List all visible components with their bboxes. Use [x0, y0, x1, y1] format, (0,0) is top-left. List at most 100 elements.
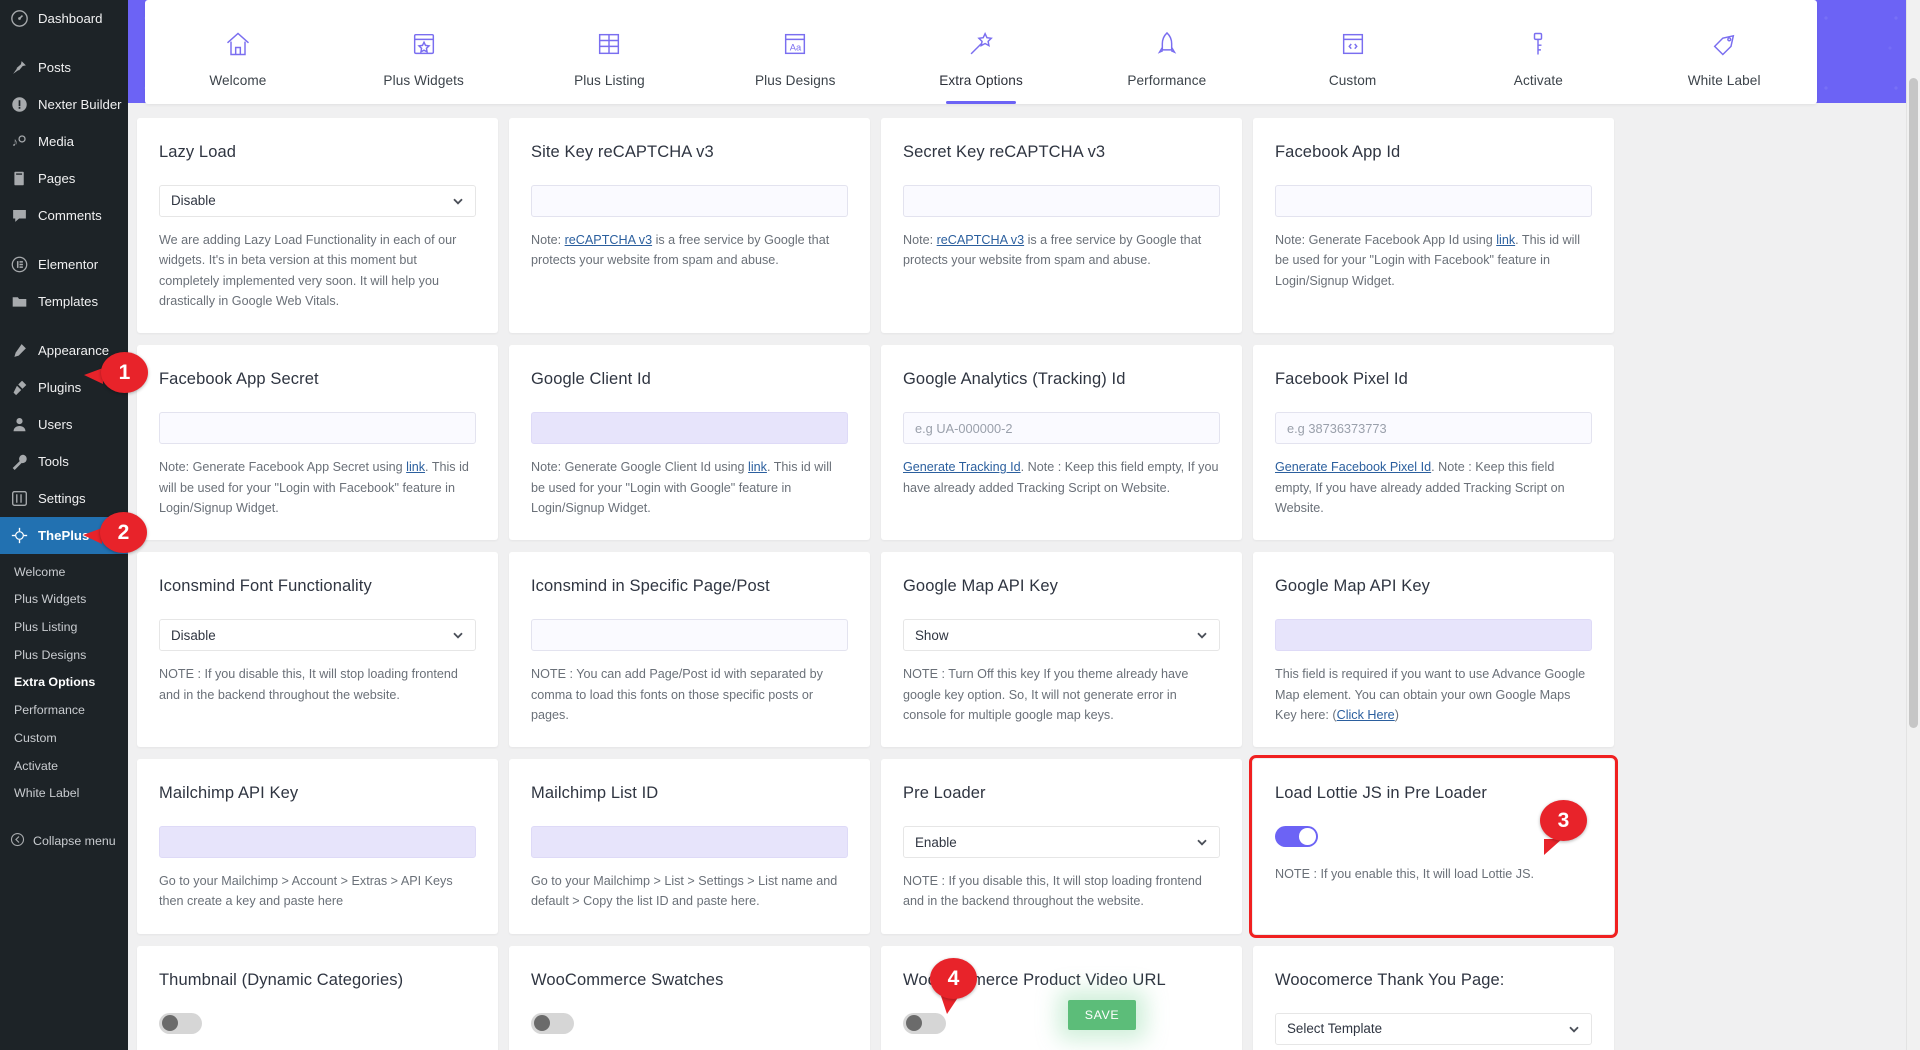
iconsmind-font-select[interactable]: Disable: [159, 619, 476, 652]
sidebar-item-nexter-builder[interactable]: Nexter Builder: [0, 86, 128, 123]
woocommerce-product-video-toggle[interactable]: [903, 1012, 946, 1034]
magic-wand-icon: [967, 30, 995, 63]
templates-icon: [9, 292, 29, 312]
click-here-link[interactable]: Click Here: [1337, 708, 1395, 722]
card-google-analytics-id: Google Analytics (Tracking) Id e.g UA-00…: [881, 345, 1242, 541]
submenu-item-plus-designs[interactable]: Plus Designs: [0, 641, 128, 669]
select-value: Select Template: [1287, 1021, 1383, 1037]
woocommerce-swatches-toggle[interactable]: [531, 1012, 574, 1034]
sidebar-item-users[interactable]: Users: [0, 406, 128, 443]
facebook-pixel-id-input[interactable]: e.g 38736373773: [1275, 412, 1592, 445]
submenu-item-activate[interactable]: Activate: [0, 752, 128, 780]
submenu-item-performance[interactable]: Performance: [0, 697, 128, 725]
options-row-4: Mailchimp API Key Go to your Mailchimp >…: [128, 755, 1902, 938]
tab-white-label[interactable]: White Label: [1631, 0, 1817, 104]
recaptcha-link[interactable]: reCAPTCHA v3: [565, 233, 652, 247]
callout-2: 2: [83, 512, 147, 553]
sidebar-item-label: Comments: [38, 207, 102, 223]
sidebar-item-label: Nexter Builder: [38, 96, 122, 112]
options-row-3: Iconsmind Font Functionality Disable NOT…: [128, 552, 1902, 748]
tab-extra-options[interactable]: Extra Options: [888, 0, 1074, 104]
sidebar-item-comments[interactable]: Comments: [0, 197, 128, 234]
options-grid: Lazy Load Disable We are adding Lazy Loa…: [128, 118, 1920, 1050]
submenu-item-extra-options[interactable]: Extra Options: [0, 669, 128, 697]
tab-performance[interactable]: Performance: [1074, 0, 1260, 104]
thumbnail-dynamic-toggle[interactable]: [159, 1012, 202, 1034]
theplus-icon: [9, 526, 29, 546]
load-lottie-toggle[interactable]: [1275, 826, 1318, 848]
tab-welcome[interactable]: Welcome: [145, 0, 331, 104]
page-scrollbar[interactable]: [1906, 0, 1920, 1050]
tab-plus-widgets[interactable]: Plus Widgets: [331, 0, 517, 104]
submenu-item-white-label[interactable]: White Label: [0, 780, 128, 808]
callout-number: 2: [100, 512, 147, 553]
svg-text:♪: ♪: [11, 135, 17, 149]
google-analytics-id-input[interactable]: e.g UA-000000-2: [903, 412, 1220, 445]
mailchimp-api-key-input[interactable]: [159, 826, 476, 859]
card-mailchimp-list-id: Mailchimp List ID Go to your Mailchimp >…: [509, 759, 870, 934]
card-secret-key-recaptcha: Secret Key reCAPTCHA v3 Note: reCAPTCHA …: [881, 118, 1242, 334]
collapse-menu-button[interactable]: Collapse menu: [0, 822, 128, 860]
sidebar-item-templates[interactable]: Templates: [0, 283, 128, 320]
secret-key-recaptcha-input[interactable]: [903, 184, 1220, 217]
google-map-api-key-select[interactable]: Show: [903, 619, 1220, 652]
note-prefix: This field is required if you want to us…: [1275, 667, 1586, 722]
card-note: Note: Generate Facebook App Id using lin…: [1275, 230, 1592, 291]
tab-plus-designs[interactable]: Aa Plus Designs: [702, 0, 888, 104]
chevron-down-icon: [452, 195, 464, 207]
sidebar-item-dashboard[interactable]: Dashboard: [0, 0, 128, 37]
sidebar-item-label: Elementor: [38, 256, 99, 272]
widget-star-icon: [410, 30, 438, 63]
google-client-link[interactable]: link: [748, 460, 767, 474]
card-title: Pre Loader: [903, 784, 986, 803]
sidebar-item-label: Settings: [38, 490, 86, 506]
save-button[interactable]: SAVE: [1068, 1000, 1136, 1030]
scrollbar-thumb[interactable]: [1909, 78, 1918, 728]
iconsmind-specific-input[interactable]: [531, 619, 848, 652]
mailchimp-list-id-input[interactable]: [531, 826, 848, 859]
chevron-down-icon: [1196, 629, 1208, 641]
generate-facebook-pixel-link[interactable]: Generate Facebook Pixel Id: [1275, 460, 1431, 474]
generate-tracking-id-link[interactable]: Generate Tracking Id: [903, 460, 1021, 474]
pre-loader-select[interactable]: Enable: [903, 826, 1220, 859]
site-key-recaptcha-input[interactable]: [531, 184, 848, 217]
submenu-item-welcome[interactable]: Welcome: [0, 558, 128, 586]
pages-icon: [9, 169, 29, 189]
submenu-item-plus-listing[interactable]: Plus Listing: [0, 613, 128, 641]
sidebar-item-pages[interactable]: Pages: [0, 160, 128, 197]
select-value: Enable: [915, 834, 957, 850]
tab-custom[interactable]: Custom: [1260, 0, 1446, 104]
collapse-arrow-icon: [10, 832, 25, 850]
dashboard-icon: [9, 9, 29, 29]
facebook-app-secret-input[interactable]: [159, 412, 476, 445]
toggle-knob: [533, 1014, 550, 1032]
facebook-app-link[interactable]: link: [1496, 233, 1515, 247]
card-title: Secret Key reCAPTCHA v3: [903, 143, 1106, 161]
tab-activate[interactable]: Activate: [1445, 0, 1631, 104]
callout-number: 3: [1540, 800, 1587, 841]
tab-plus-listing[interactable]: Plus Listing: [517, 0, 703, 104]
svg-text:Aa: Aa: [790, 42, 802, 52]
user-icon: [9, 415, 29, 435]
elementor-icon: [9, 255, 29, 275]
brush-icon: [9, 341, 29, 361]
google-map-api-key-input[interactable]: [1275, 619, 1592, 652]
submenu-item-plus-widgets[interactable]: Plus Widgets: [0, 586, 128, 614]
sidebar-item-elementor[interactable]: Elementor: [0, 246, 128, 283]
facebook-app-id-input[interactable]: [1275, 184, 1592, 217]
submenu-item-custom[interactable]: Custom: [0, 724, 128, 752]
facebook-secret-link[interactable]: link: [406, 460, 425, 474]
recaptcha-link[interactable]: reCAPTCHA v3: [937, 233, 1024, 247]
sidebar-item-label: Pages: [38, 170, 76, 186]
sidebar-item-tools[interactable]: Tools: [0, 443, 128, 480]
card-google-map-api-key-toggle: Google Map API Key Show NOTE : Turn Off …: [881, 552, 1242, 748]
tab-label: Welcome: [209, 73, 267, 88]
card-woocommerce-thank-you-page: Woocomerce Thank You Page: Select Templa…: [1253, 945, 1614, 1050]
select-value: Disable: [171, 627, 216, 643]
options-row-5: Thumbnail (Dynamic Categories) WooCommer…: [128, 945, 1902, 1050]
google-client-id-input[interactable]: [531, 412, 848, 445]
sidebar-item-posts[interactable]: Posts: [0, 49, 128, 86]
sidebar-item-media[interactable]: ♪ Media: [0, 123, 128, 160]
woocommerce-thankyou-select[interactable]: Select Template: [1275, 1012, 1592, 1045]
lazy-load-select[interactable]: Disable: [159, 184, 476, 217]
